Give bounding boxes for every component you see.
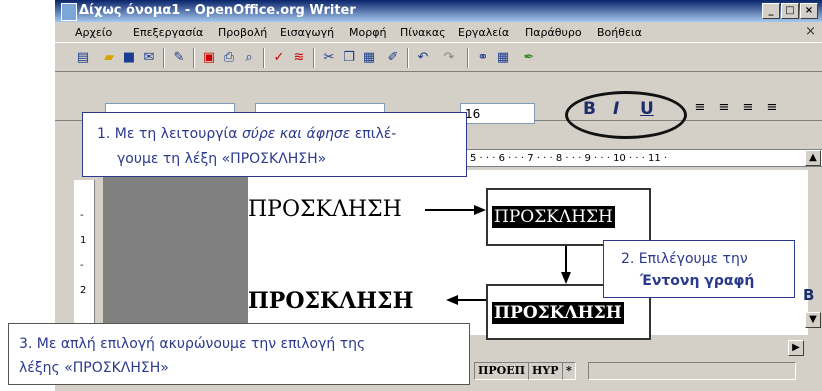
status-hyperlink-mode[interactable]: HYP bbox=[528, 362, 563, 380]
arrow-down-head bbox=[561, 272, 571, 284]
arrow-right-head bbox=[474, 205, 486, 215]
callout-3-line1: 3. Με απλή επιλογή ακυρώνουμε την επιλογ… bbox=[19, 336, 366, 352]
status-modified: * bbox=[562, 362, 576, 380]
side-bold-button[interactable]: B bbox=[803, 286, 814, 304]
callout-2-line2: Έντονη γραφή bbox=[640, 273, 755, 289]
callout-3-line2: λέξης «ΠΡΟΣΚΛΗΣΗ» bbox=[19, 360, 169, 376]
scroll-right-button[interactable]: ▶ bbox=[788, 340, 804, 356]
selected-word-top[interactable]: ΠΡΟΣΚΛΗΣΗ bbox=[492, 206, 615, 228]
callout-step-2: 2. Επιλέγουμε την Έντονη γραφή bbox=[603, 240, 795, 298]
arrow-left-head bbox=[446, 295, 458, 305]
callout-1-line1: 1. Με τη λειτουργία σύρε και άφησε επιλέ… bbox=[97, 126, 396, 142]
callout-1-line2: γουμε τη λέξη «ΠΡΟΣΚΛΗΣΗ» bbox=[117, 151, 327, 167]
selected-word-box-top: ΠΡΟΣΚΛΗΣΗ bbox=[486, 188, 651, 246]
status-bar: ΠΡΟΕΠ HYP * bbox=[470, 360, 822, 382]
status-info bbox=[588, 362, 796, 380]
callout-2-line1: 2. Επιλέγουμε την bbox=[621, 251, 748, 267]
callout-step-3: 3. Με απλή επιλογή ακυρώνουμε την επιλογ… bbox=[8, 323, 470, 385]
callout-step-1: 1. Με τη λειτουργία σύρε και άφησε επιλέ… bbox=[82, 112, 467, 177]
status-overwrite[interactable]: ΠΡΟΕΠ bbox=[474, 362, 530, 380]
callout-1-emphasis: σύρε και άφησε bbox=[241, 126, 351, 142]
selected-word-bottom[interactable]: ΠΡΟΣΚΛΗΣΗ bbox=[492, 302, 624, 324]
scroll-page-down-button[interactable]: ▼ bbox=[805, 312, 821, 328]
scroll-up-button[interactable]: ▲ bbox=[805, 150, 821, 166]
callout-1-suffix: επιλέ- bbox=[350, 126, 397, 142]
callout-1-prefix: 1. Με τη λειτουργία bbox=[97, 126, 242, 142]
